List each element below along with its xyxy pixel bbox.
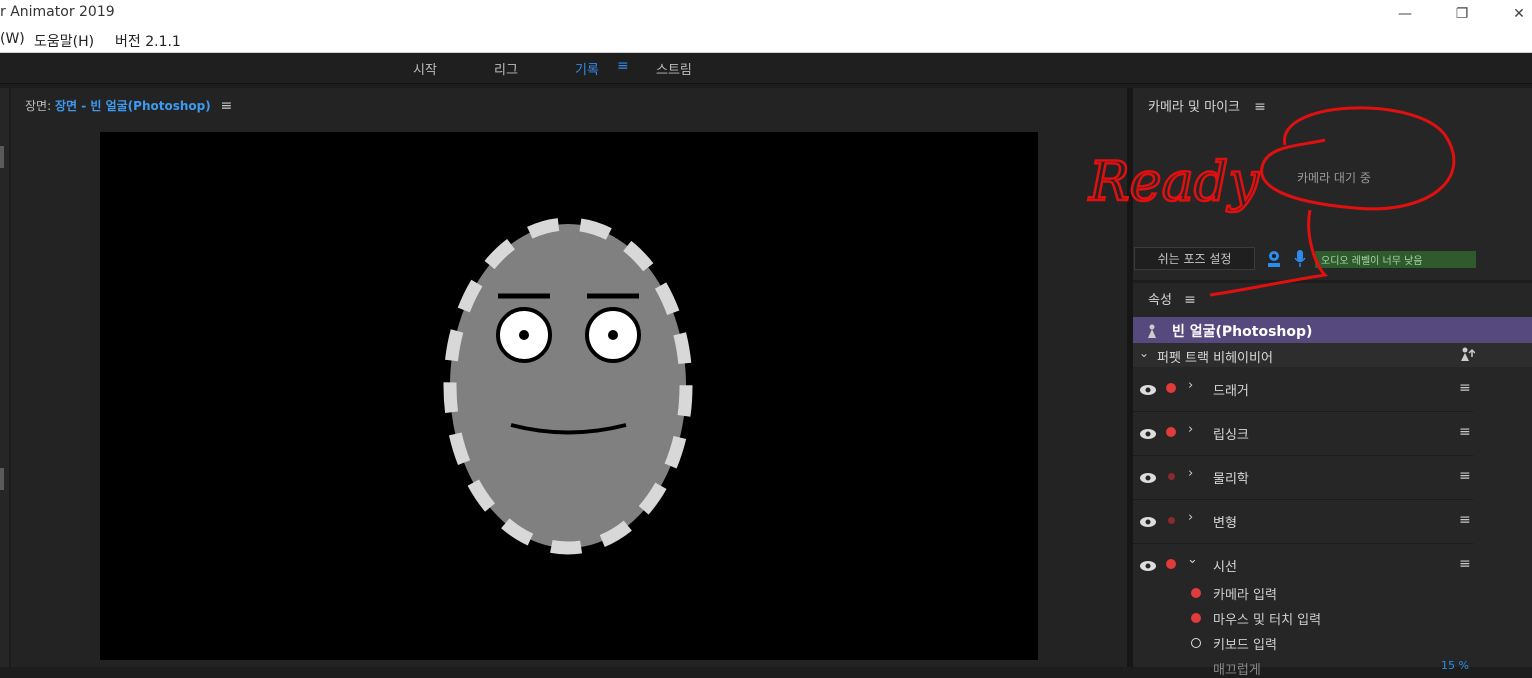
behavior-label: 립싱크 <box>1213 428 1249 443</box>
gaze-smoothing-value[interactable]: 15 % <box>1441 659 1469 672</box>
scene-label: 장면: <box>25 99 52 113</box>
record-arm-dot[interactable] <box>1166 559 1176 569</box>
chevron-right-icon[interactable]: › <box>1188 378 1193 393</box>
annotation-circle <box>1260 106 1456 211</box>
gaze-input-keyboard: 키보드 입력 <box>1213 638 1277 653</box>
scene-name[interactable]: 장면 - 빈 얼굴(Photoshop) <box>55 99 211 113</box>
tab-stream[interactable]: 스트림 <box>656 59 692 78</box>
menu-help[interactable]: 도움말(H) <box>34 31 94 51</box>
behavior-label: 변형 <box>1213 516 1237 531</box>
scene-panel-title: 장면: 장면 - 빈 얼굴(Photoshop) ≡ <box>25 97 232 114</box>
app-title: r Animator 2019 <box>0 4 115 20</box>
chevron-right-icon[interactable]: › <box>1188 466 1193 481</box>
tab-rig[interactable]: 리그 <box>494 59 518 78</box>
scene-menu-icon[interactable]: ≡ <box>221 98 233 114</box>
behavior-label: 물리학 <box>1213 472 1249 487</box>
dock-handle[interactable] <box>0 468 4 490</box>
selected-puppet-row[interactable]: 빈 얼굴(Photoshop) <box>1133 317 1532 343</box>
puppet-face-illustration <box>443 217 693 555</box>
tab-start[interactable]: 시작 <box>413 59 437 78</box>
menu-version[interactable]: 버전 2.1.1 <box>115 31 181 51</box>
workspace-bar: 시작 리그 기록 ≡ 스트림 <box>0 53 1532 84</box>
behavior-row-dragger[interactable]: › 드래거 ≡ <box>1133 368 1473 412</box>
behavior-menu-icon[interactable]: ≡ <box>1459 468 1471 484</box>
left-dock-strip <box>0 88 9 667</box>
record-arm-dot[interactable] <box>1166 427 1176 437</box>
behavior-menu-icon[interactable]: ≡ <box>1459 424 1471 440</box>
gaze-input-mouse-touch: 마우스 및 터치 입력 <box>1213 613 1322 628</box>
behavior-row-transform[interactable]: › 변형 ≡ <box>1133 500 1473 544</box>
red-annotation-scribble: Ready <box>1087 106 1456 297</box>
input-armed-dot[interactable] <box>1191 613 1201 623</box>
behavior-section-header[interactable]: ⌄ 퍼펫 트랙 비헤이비어 <box>1133 343 1532 367</box>
behavior-section-title: 퍼펫 트랙 비헤이비어 <box>1157 351 1273 366</box>
eye-visibility-icon[interactable] <box>1139 469 1157 488</box>
eye-visibility-icon[interactable] <box>1139 513 1157 532</box>
chevron-right-icon[interactable]: › <box>1188 422 1193 437</box>
puppet-icon <box>1147 323 1157 342</box>
add-behavior-icon[interactable] <box>1459 346 1476 366</box>
tab-record-menu-icon[interactable]: ≡ <box>617 58 629 74</box>
close-button[interactable]: ✕ <box>1496 0 1532 28</box>
title-bar: r Animator 2019 — ❐ ✕ <box>0 0 1532 28</box>
properties-panel: 속성 ≡ 빈 얼굴(Photoshop) ⌄ 퍼펫 트랙 비헤이비어 › 드래거… <box>1133 283 1532 678</box>
annotation-ready-text: Ready <box>1088 150 1260 213</box>
chevron-down-icon[interactable]: ⌄ <box>1139 346 1149 360</box>
record-arm-dot[interactable] <box>1166 383 1176 393</box>
behavior-row-lipsync[interactable]: › 립싱크 ≡ <box>1133 412 1473 456</box>
input-armed-dot[interactable] <box>1191 588 1201 598</box>
eye-visibility-icon[interactable] <box>1139 425 1157 444</box>
annotation-arrow <box>1209 209 1329 297</box>
chevron-down-icon[interactable]: ⌄ <box>1187 552 1198 567</box>
minimize-button[interactable]: — <box>1382 0 1428 28</box>
left-pupil-icon <box>519 330 529 340</box>
behavior-label: 시선 <box>1213 560 1237 575</box>
chevron-right-icon[interactable]: › <box>1188 510 1193 525</box>
record-arm-dot[interactable] <box>1168 517 1175 524</box>
menu-window[interactable]: (W) <box>0 31 25 47</box>
right-pupil-icon <box>608 330 618 340</box>
scene-stage[interactable] <box>100 132 1038 660</box>
eye-visibility-icon[interactable] <box>1139 557 1157 576</box>
eye-visibility-icon[interactable] <box>1139 381 1157 400</box>
behavior-row-gaze[interactable]: ⌄ 시선 ≡ <box>1133 544 1473 587</box>
scene-panel: 장면: 장면 - 빈 얼굴(Photoshop) ≡ <box>11 88 1127 667</box>
behavior-menu-icon[interactable]: ≡ <box>1459 380 1471 396</box>
record-arm-dot[interactable] <box>1168 473 1175 480</box>
gaze-input-camera: 카메라 입력 <box>1213 588 1277 603</box>
behavior-menu-icon[interactable]: ≡ <box>1459 556 1471 572</box>
face-outline <box>443 217 693 555</box>
menu-bar: (W) 도움말(H) 버전 2.1.1 <box>0 28 1532 53</box>
gaze-smoothing-label: 매끄럽게 <box>1213 663 1261 678</box>
behavior-row-physics[interactable]: › 물리학 ≡ <box>1133 456 1473 500</box>
puppet-name: 빈 얼굴(Photoshop) <box>1172 324 1313 340</box>
behavior-menu-icon[interactable]: ≡ <box>1459 512 1471 528</box>
dock-handle[interactable] <box>0 146 4 168</box>
input-unarmed-dot[interactable] <box>1191 638 1201 648</box>
tab-record[interactable]: 기록 <box>575 59 599 78</box>
maximize-button[interactable]: ❐ <box>1439 0 1485 28</box>
behavior-label: 드래거 <box>1213 384 1249 399</box>
